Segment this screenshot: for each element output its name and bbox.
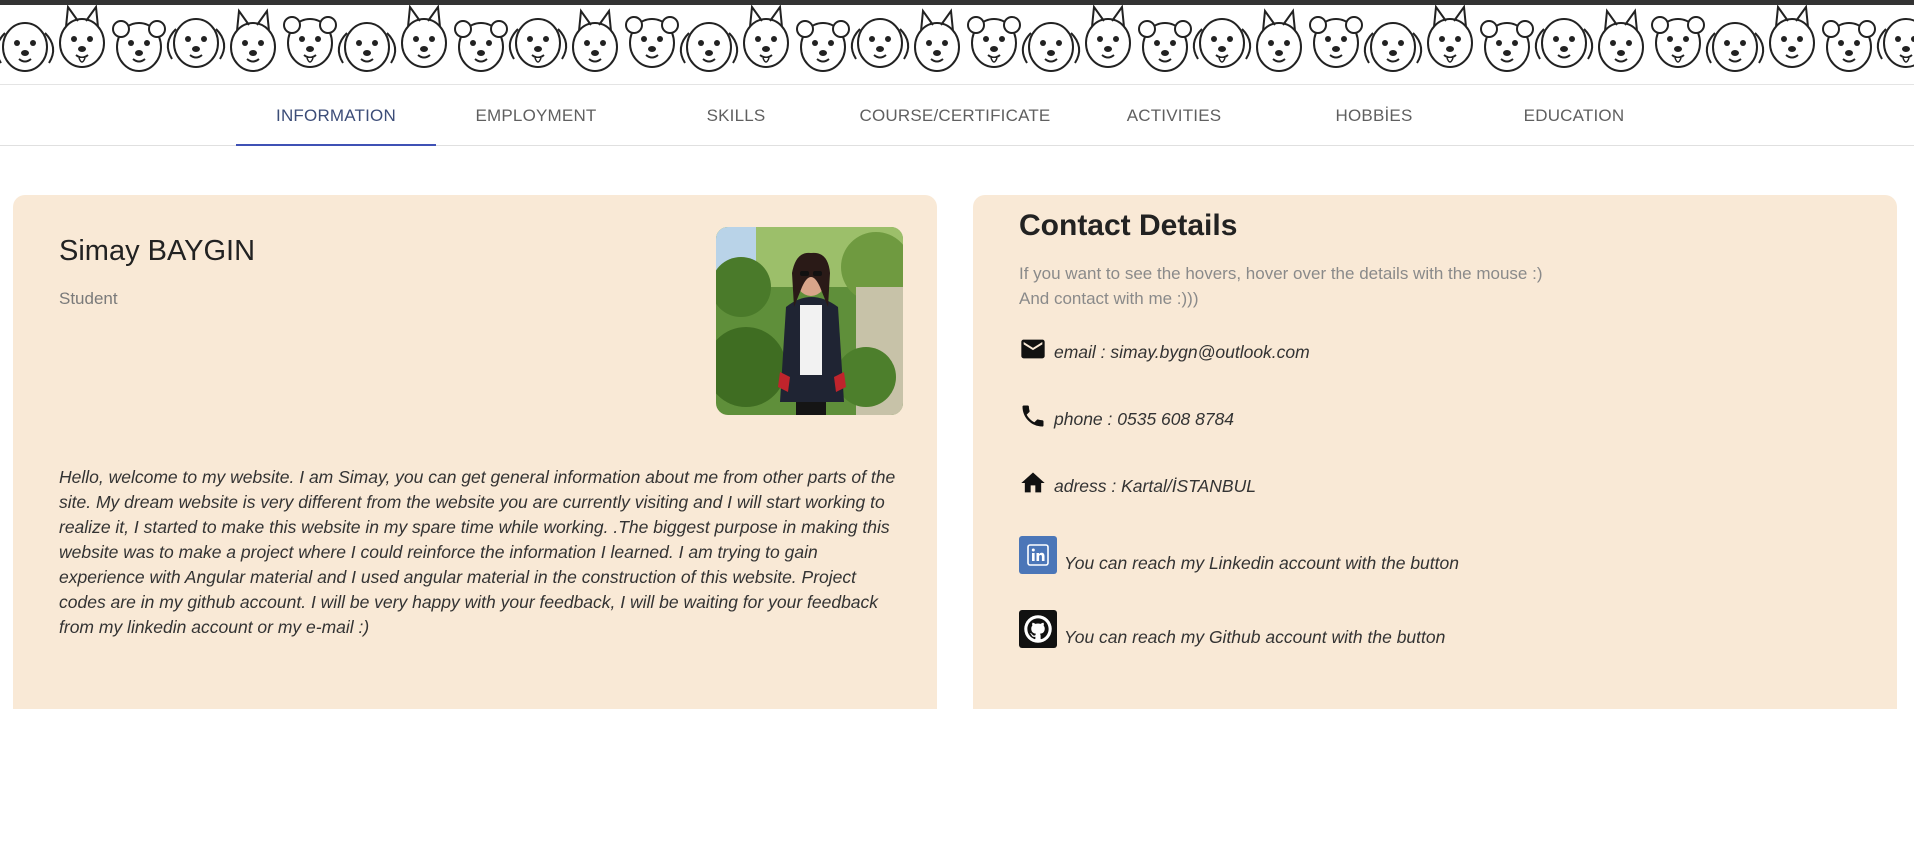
contact-email[interactable]: email : simay.bygn@outlook.com	[1019, 335, 1310, 363]
contact-github[interactable]: You can reach my Github account with the…	[1019, 610, 1445, 648]
email-text: email : simay.bygn@outlook.com	[1054, 342, 1310, 362]
tab-information[interactable]: INFORMATION	[236, 86, 436, 146]
linkedin-icon	[1027, 544, 1049, 566]
contact-note-line-1: If you want to see the hovers, hover ove…	[1019, 264, 1543, 283]
tab-skills[interactable]: SKILLS	[636, 86, 836, 145]
linkedin-button[interactable]	[1019, 536, 1057, 574]
github-text: You can reach my Github account with the…	[1064, 627, 1446, 647]
profile-role: Student	[59, 289, 118, 308]
profile-photo	[716, 227, 903, 415]
tab-bar: INFORMATION EMPLOYMENT SKILLS COURSE/CER…	[0, 86, 1914, 146]
contact-phone[interactable]: phone : 0535 608 8784	[1019, 402, 1234, 430]
github-icon	[1024, 615, 1052, 643]
tab-course-certificate[interactable]: COURSE/CERTIFICATE	[855, 86, 1055, 145]
phone-text: phone : 0535 608 8784	[1054, 409, 1235, 429]
phone-icon	[1022, 405, 1044, 427]
address-text: adress : Kartal/İSTANBUL	[1054, 476, 1256, 496]
mail-icon	[1021, 339, 1045, 359]
profile-card: Simay BAYGIN Student Hello, welcome to m…	[13, 195, 937, 709]
contact-note-line-2: And contact with me :)))	[1019, 289, 1199, 308]
contact-linkedin[interactable]: You can reach my Linkedin account with t…	[1019, 536, 1459, 574]
tab-employment[interactable]: EMPLOYMENT	[436, 86, 636, 145]
contact-address[interactable]: adress : Kartal/İSTANBUL	[1019, 469, 1256, 497]
github-button[interactable]	[1019, 610, 1057, 648]
tab-education[interactable]: EDUCATION	[1474, 86, 1674, 145]
profile-name: Simay BAYGIN	[59, 235, 256, 267]
linkedin-text: You can reach my Linkedin account with t…	[1064, 553, 1459, 573]
contact-note: If you want to see the hovers, hover ove…	[1019, 261, 1543, 311]
tab-activities[interactable]: ACTIVITIES	[1074, 86, 1274, 145]
profile-bio: Hello, welcome to my website. I am Simay…	[59, 467, 896, 637]
tab-hobbies[interactable]: HOBBİES	[1274, 86, 1474, 145]
contact-title: Contact Details	[1019, 209, 1238, 242]
home-icon	[1021, 472, 1045, 493]
contact-card: Contact Details If you want to see the h…	[973, 195, 1897, 709]
dog-pattern-banner	[0, 5, 1914, 85]
